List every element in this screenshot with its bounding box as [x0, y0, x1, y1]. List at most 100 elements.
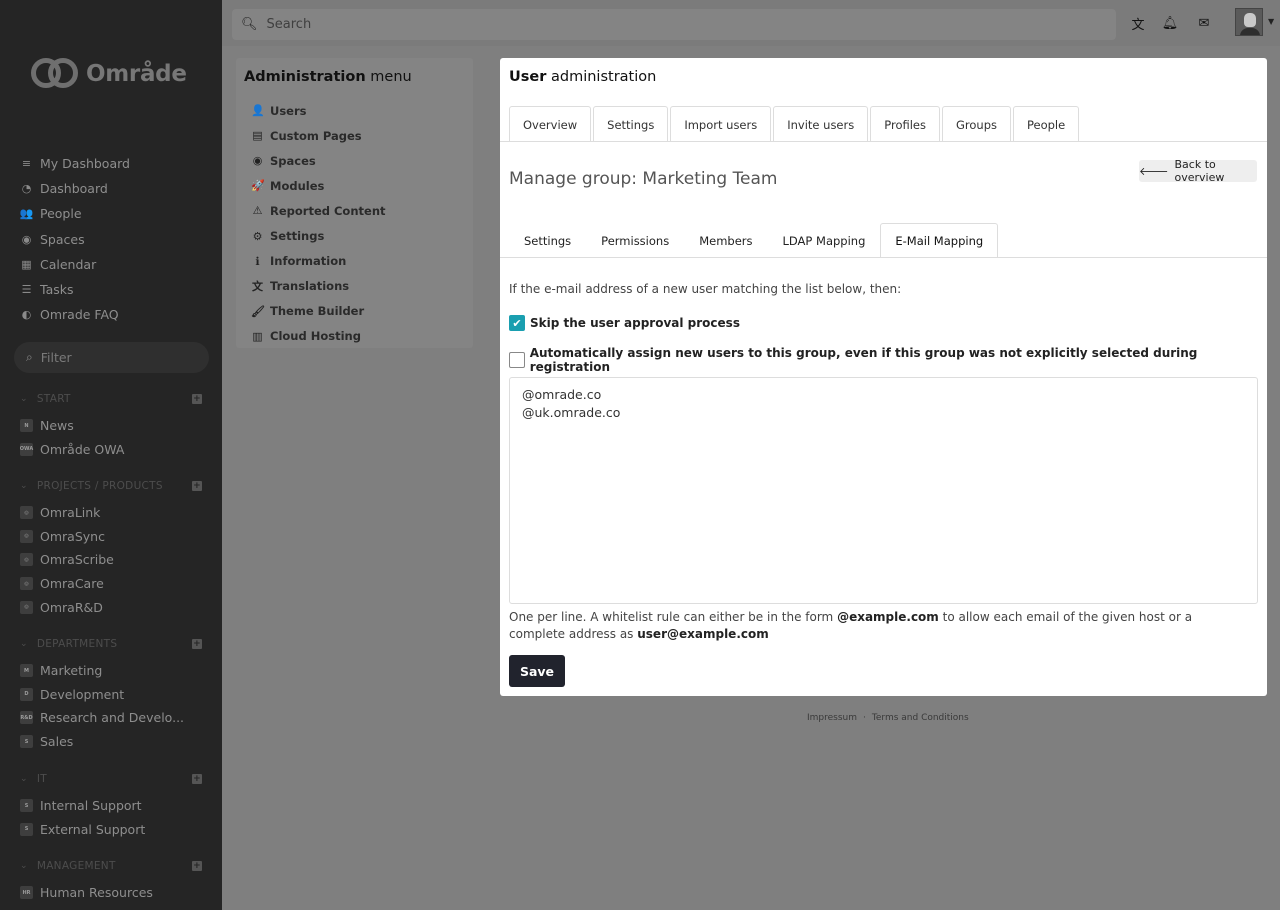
admin-menu-item-translations[interactable]: 文 Translations	[251, 274, 386, 299]
cogs-icon: ⚙	[252, 229, 263, 243]
tab-profiles[interactable]: Profiles	[870, 106, 940, 142]
space-group-title: IT	[36, 773, 47, 785]
group-tab-settings[interactable]: Settings	[509, 223, 586, 258]
admin-menu-item-theme-builder[interactable]: 🖌 Theme Builder	[251, 299, 386, 324]
filter-input[interactable]: ⌕ Filter	[14, 342, 209, 373]
panel-title: User administration	[509, 69, 657, 85]
space-group-header[interactable]: ⌄ MANAGEMENT +	[20, 859, 202, 873]
whitelist-textarea[interactable]: @omrade.co @uk.omrade.co	[509, 377, 1258, 604]
group-tab-permissions[interactable]: Permissions	[586, 223, 684, 258]
space-group-header[interactable]: ⌄ IT +	[20, 772, 202, 786]
chevron-down-icon[interactable]: ⌄	[20, 639, 28, 649]
tab-overview[interactable]: Overview	[509, 106, 592, 142]
impressum-link[interactable]: Impressum	[807, 713, 857, 723]
space-group-header[interactable]: ⌄ START +	[20, 392, 202, 406]
admin-menu-item-label: Users	[270, 103, 307, 118]
admin-menu-item-users[interactable]: 👤 Users	[251, 98, 386, 123]
sidebar-item-omrade-faq[interactable]: ◐ Omrade FAQ	[20, 302, 210, 327]
admin-menu-item-reported-content[interactable]: ⚠ Reported Content	[251, 198, 386, 223]
space-group-header-left: ⌄ MANAGEMENT	[20, 860, 116, 872]
chevron-down-icon[interactable]: ⌄	[20, 774, 28, 784]
space-list-item[interactable]: ◎ OmraSync	[20, 525, 202, 549]
sidebar-item-calendar[interactable]: ▦ Calendar	[20, 252, 210, 277]
space-list-item[interactable]: ◎ OmraScribe	[20, 548, 202, 572]
sidebar-item-spaces[interactable]: ◉ Spaces	[20, 227, 210, 252]
add-space-icon[interactable]: +	[192, 481, 202, 491]
caret-down-icon[interactable]: ▼	[1268, 17, 1274, 26]
space-badge: ◎	[20, 506, 33, 520]
group-tab-ldap-mapping[interactable]: LDAP Mapping	[768, 223, 881, 258]
admin-menu-item-spaces[interactable]: ◉ Spaces	[251, 148, 386, 173]
add-space-icon[interactable]: +	[192, 861, 202, 871]
space-group: ⌄ START + N News OWA Område OWA	[20, 392, 202, 461]
chevron-down-icon[interactable]: ⌄	[20, 861, 28, 871]
space-label: OmraR&D	[40, 599, 103, 615]
add-space-icon[interactable]: +	[192, 394, 202, 404]
group-tab-e-mail-mapping[interactable]: E-Mail Mapping	[880, 223, 999, 259]
add-space-icon[interactable]: +	[192, 774, 202, 784]
add-space-icon[interactable]: +	[192, 639, 202, 649]
space-group-header[interactable]: ⌄ PROJECTS / PRODUCTS +	[20, 479, 202, 493]
admin-menu-item-label: Reported Content	[270, 203, 386, 218]
brand-logo[interactable]: Område	[31, 58, 187, 90]
sidebar-item-people[interactable]: 👥 People	[20, 201, 210, 226]
space-group-header-left: ⌄ START	[20, 393, 71, 405]
admin-menu-title: Administration menu	[244, 69, 412, 85]
tab-people[interactable]: People	[1013, 106, 1080, 142]
bell-icon[interactable]: 🔔︎	[1162, 15, 1179, 31]
space-list-item[interactable]: OWA Område OWA	[20, 438, 202, 462]
tab-groups[interactable]: Groups	[941, 106, 1011, 142]
space-group-header-left: ⌄ IT	[20, 773, 47, 785]
space-badge: D	[20, 687, 33, 701]
sidebar-item-dashboard[interactable]: ◔ Dashboard	[20, 176, 210, 201]
tab-import-users[interactable]: Import users	[670, 106, 772, 142]
tab-invite-users[interactable]: Invite users	[773, 106, 869, 142]
sidebar-item-my-dashboard[interactable]: ≡ My Dashboard	[20, 151, 210, 176]
space-list-item[interactable]: D Development	[20, 683, 202, 707]
auto-assign-checkbox[interactable]	[509, 352, 525, 368]
space-list-item[interactable]: S Sales	[20, 730, 202, 754]
space-badge: R&D	[20, 711, 33, 725]
admin-menu: Administration menu 👤 Users ▤ Custom Pages ◉…	[236, 58, 473, 348]
space-list-item[interactable]: M Marketing	[20, 659, 202, 683]
avatar[interactable]	[1235, 8, 1263, 36]
space-list-item[interactable]: ◎ OmraR&D	[20, 595, 202, 619]
users-icon: 👥	[19, 207, 34, 221]
save-button[interactable]: Save	[509, 655, 565, 687]
space-list-item[interactable]: S Internal Support	[20, 794, 202, 818]
space-label: News	[40, 418, 74, 434]
admin-menu-item-label: Modules	[270, 178, 325, 193]
space-list-item[interactable]: R&D Research and Develo...	[20, 706, 202, 730]
search-input[interactable]: 🔍︎ Search	[232, 9, 1116, 40]
chevron-down-icon[interactable]: ⌄	[20, 394, 28, 404]
admin-menu-item-custom-pages[interactable]: ▤ Custom Pages	[251, 123, 386, 148]
admin-menu-item-settings[interactable]: ⚙ Settings	[251, 223, 386, 248]
auto-assign-checkbox-row[interactable]: Automatically assign new users to this g…	[509, 346, 1267, 374]
space-group-header[interactable]: ⌄ DEPARTMENTS +	[20, 637, 202, 651]
rocket-icon: 🚀	[251, 179, 265, 193]
skip-approval-checkbox-row[interactable]: ✔ Skip the user approval process	[509, 315, 740, 331]
back-to-overview-button[interactable]: 🡐 Back to overview	[1139, 158, 1257, 184]
space-list-item[interactable]: S External Support	[20, 818, 202, 842]
terms-link[interactable]: Terms and Conditions	[872, 713, 969, 723]
admin-menu-item-modules[interactable]: 🚀 Modules	[251, 173, 386, 198]
sidebar-item-tasks[interactable]: ☰ Tasks	[20, 277, 210, 302]
skip-approval-checkbox[interactable]: ✔	[509, 315, 525, 331]
group-tab-members[interactable]: Members	[684, 223, 767, 258]
envelope-icon[interactable]: ✉	[1196, 15, 1212, 31]
space-list-item[interactable]: HR Human Resources	[20, 881, 202, 905]
tab-settings[interactable]: Settings	[593, 106, 669, 142]
space-list-item[interactable]: N News	[20, 414, 202, 438]
space-list-item[interactable]: ◎ OmraCare	[20, 572, 202, 596]
chevron-down-icon[interactable]: ⌄	[20, 481, 28, 491]
space-list-item[interactable]: ◎ OmraLink	[20, 501, 202, 525]
space-group-title: MANAGEMENT	[36, 860, 116, 872]
admin-menu-item-cloud-hosting[interactable]: ▥ Cloud Hosting	[251, 324, 386, 349]
translate-icon[interactable]: 文	[1130, 15, 1146, 33]
server-icon: ▥	[252, 329, 263, 343]
admin-menu-item-information[interactable]: ℹ Information	[251, 249, 386, 274]
admin-menu-item-label: Cloud Hosting	[270, 329, 361, 344]
top-bar: 🔍︎ Search 文 🔔︎ ✉ ▼	[222, 0, 1280, 46]
back-label: Back to overview	[1174, 158, 1225, 184]
space-label: Development	[40, 686, 125, 702]
